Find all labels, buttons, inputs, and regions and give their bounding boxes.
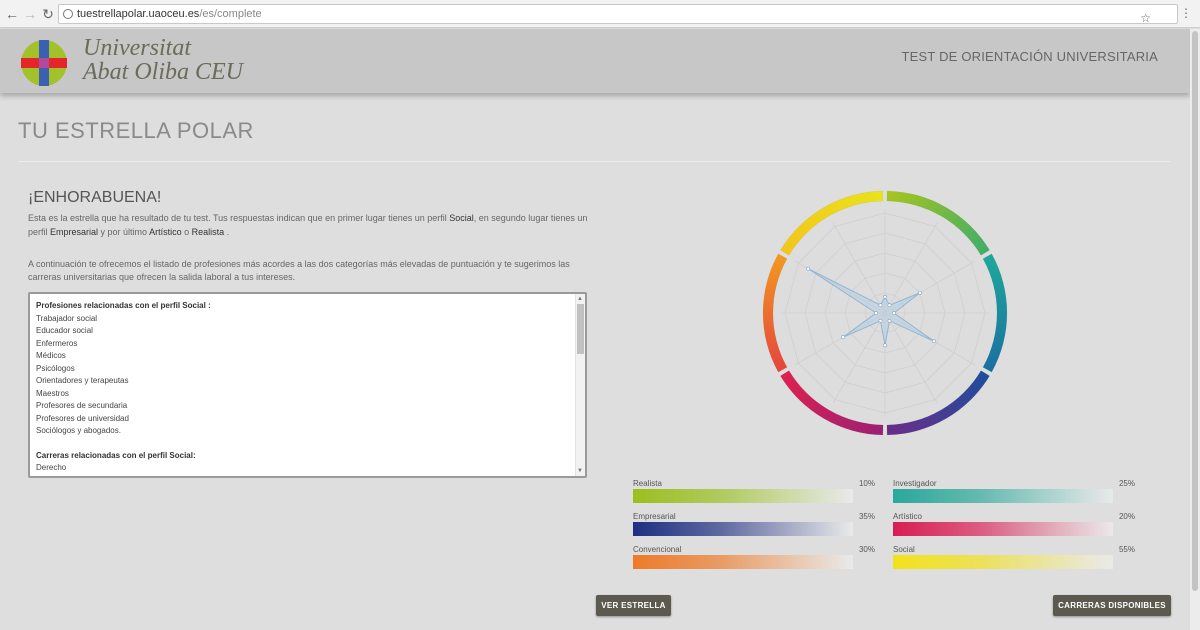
page-scrollbar[interactable] bbox=[1190, 29, 1200, 630]
profile-bar-artístico: Artístico 20% bbox=[893, 509, 1135, 541]
profile-bar-convencional: Convencional 30% bbox=[633, 542, 875, 574]
profile-bar-realista: Realista 10% bbox=[633, 476, 875, 508]
professions-list: Trabajador social Educador social Enfermer… bbox=[36, 313, 579, 438]
radar-star-point bbox=[887, 303, 892, 308]
list-item: Educación social bbox=[36, 475, 579, 477]
profile-percent: 30% bbox=[858, 545, 875, 554]
radar-star-point bbox=[874, 311, 878, 315]
list-item: Trabajador social bbox=[36, 313, 98, 323]
profile-gradient-bar bbox=[893, 522, 1113, 536]
page-title: TU ESTRELLA POLAR bbox=[18, 118, 254, 143]
view-star-button[interactable]: VER ESTRELLA bbox=[596, 595, 671, 616]
profile-gradient-bar bbox=[893, 489, 1113, 503]
radar-star-point bbox=[878, 318, 883, 323]
profile-name: Social bbox=[893, 545, 915, 554]
logo-wordmark[interactable]: Universitat Abat Oliba CEU bbox=[83, 36, 243, 84]
list-item: Educador social bbox=[36, 326, 93, 335]
radar-star-point bbox=[887, 318, 892, 323]
profile-percent: 35% bbox=[858, 512, 875, 521]
profile-name: Empresarial bbox=[633, 512, 676, 521]
professions-listbox[interactable]: Profesiones relacionadas con el perfil S… bbox=[28, 292, 587, 478]
profile-name: Investigador bbox=[893, 479, 937, 488]
list-item: Maestros bbox=[36, 388, 69, 398]
list-item: Profesores de universidad bbox=[36, 413, 129, 423]
page-scrollbar-thumb[interactable] bbox=[1192, 31, 1198, 591]
professions-heading: Profesiones relacionadas con el perfil S… bbox=[36, 301, 211, 310]
result-intro: Esta es la estrella que ha resultado de … bbox=[28, 211, 588, 239]
first-profile: Social bbox=[449, 213, 474, 223]
intro-text-1: Esta es la estrella que ha resultado de … bbox=[28, 213, 450, 223]
profile-name: Artístico bbox=[893, 512, 922, 521]
bookmark-star-icon[interactable]: ☆ bbox=[1140, 9, 1151, 27]
radar-star-point bbox=[918, 290, 922, 295]
scroll-down-icon[interactable]: ▼ bbox=[577, 467, 583, 475]
profile-bar-social: Social 55% bbox=[893, 542, 1135, 574]
listbox-scrollbar-thumb[interactable] bbox=[577, 304, 584, 354]
third-profile-a: Artístico bbox=[149, 227, 182, 237]
listing-intro: A continuación te ofrecemos el listado d… bbox=[28, 259, 570, 282]
forward-icon[interactable]: → bbox=[22, 6, 38, 22]
profile-bar-empresarial: Empresarial 35% bbox=[633, 509, 875, 541]
logo-line-2: Abat Oliba CEU bbox=[83, 59, 243, 85]
radar-star-point bbox=[806, 266, 811, 271]
reload-icon[interactable]: ↻ bbox=[40, 6, 56, 22]
radar-star-point bbox=[931, 339, 936, 344]
url-host: tuestrellapolar.uaoceu.es bbox=[77, 8, 200, 20]
profile-name: Realista bbox=[633, 479, 662, 488]
browser-toolbar: ← → ↻ tuestrellapolar.uaoceu.es/es/compl… bbox=[0, 0, 1200, 28]
radar-star-point bbox=[841, 335, 846, 340]
profile-name: Convencional bbox=[633, 545, 682, 554]
profile-gradient-bar bbox=[893, 555, 1113, 569]
profile-bar-investigador: Investigador 25% bbox=[893, 476, 1135, 508]
listbox-scrollbar[interactable]: ▲ ▼ bbox=[575, 294, 585, 476]
congrats-heading: ¡ENHORABUENA! bbox=[28, 189, 162, 206]
list-item: Médicos bbox=[36, 351, 66, 360]
back-icon[interactable]: ← bbox=[4, 6, 20, 22]
page-info-icon[interactable] bbox=[63, 9, 73, 19]
profile-percent: 20% bbox=[1118, 512, 1135, 521]
list-item: Sociólogos y abogados. bbox=[36, 426, 121, 435]
radar-star-point bbox=[883, 343, 887, 348]
polar-star-chart bbox=[762, 190, 1008, 436]
list-item: Profesores de secundaria bbox=[36, 401, 128, 410]
address-bar[interactable]: tuestrellapolar.uaoceu.es/es/complete ☆ bbox=[58, 4, 1178, 27]
list-item: Derecho bbox=[36, 463, 67, 472]
careers-list: Derecho Educación social bbox=[36, 462, 579, 477]
profile-gradient-bar bbox=[633, 489, 853, 503]
intro-text-5: . bbox=[224, 227, 230, 237]
profile-percent: 55% bbox=[1118, 545, 1135, 554]
scroll-up-icon[interactable]: ▲ bbox=[577, 295, 583, 303]
logo-line-1: Universitat bbox=[83, 35, 191, 61]
radar-star-point bbox=[883, 294, 887, 299]
list-item: Orientadores y terapeutas bbox=[36, 376, 129, 385]
profile-percent: 25% bbox=[1118, 479, 1135, 488]
university-logo-icon[interactable] bbox=[20, 39, 68, 87]
third-profile-b: Realista bbox=[191, 227, 225, 237]
intro-text-4: o bbox=[181, 227, 192, 237]
browser-menu-icon[interactable]: ⋮ bbox=[1180, 4, 1192, 22]
profile-gradient-bar bbox=[633, 522, 853, 536]
profile-gradient-bar bbox=[633, 555, 853, 569]
title-divider bbox=[18, 161, 1170, 162]
profile-score-bars: Realista 10% Investigador 25% Empresarial 35%… bbox=[633, 476, 1135, 576]
careers-heading: Carreras relacionadas con el perfil Soci… bbox=[36, 450, 196, 460]
second-profile: Empresarial bbox=[50, 227, 99, 237]
available-careers-button[interactable]: CARRERAS DISPONIBLES bbox=[1053, 595, 1171, 616]
url-path: /es/complete bbox=[199, 8, 262, 20]
radar-star-point bbox=[892, 311, 896, 315]
profile-percent: 10% bbox=[858, 479, 875, 488]
intro-text-3: y por último bbox=[98, 227, 150, 237]
list-item: Enfermeros bbox=[36, 338, 78, 348]
site-header: Universitat Abat Oliba CEU TEST DE ORIEN… bbox=[0, 29, 1190, 93]
radar-star-point bbox=[878, 303, 883, 308]
header-title: TEST DE ORIENTACIÓN UNIVERSITARIA bbox=[901, 49, 1158, 64]
list-item: Psicólogos bbox=[36, 363, 75, 373]
